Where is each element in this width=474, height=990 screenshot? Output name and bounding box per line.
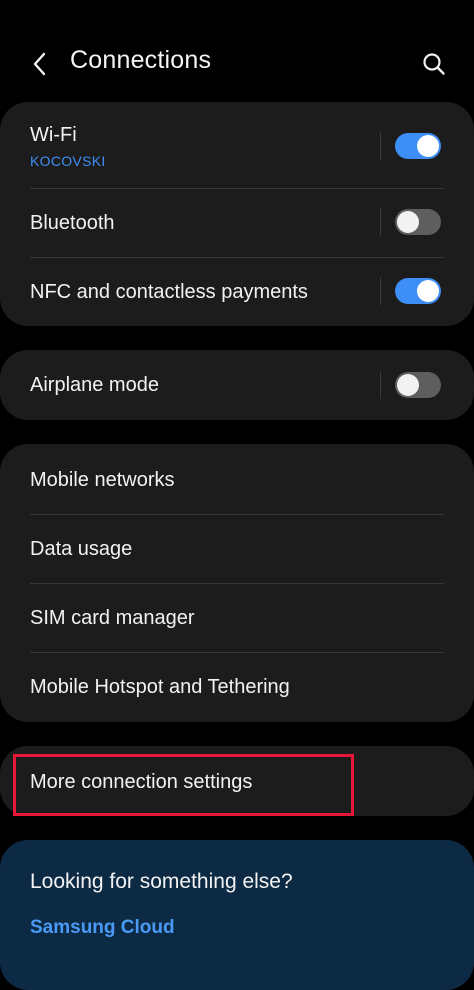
airplane-label: Airplane mode [30,374,159,396]
list-item-label: Mobile Hotspot and Tethering [30,676,290,698]
wifi-label: Wi-Fi [30,124,77,146]
wifi-toggle[interactable] [395,133,441,159]
divider [380,208,381,236]
app-header: Connections [0,0,474,100]
list-item-label: Mobile networks [30,469,175,491]
toggle-knob [417,280,439,302]
toggles-card: Wi-Fi KOCOVSKI Bluetooth NFC and contact… [0,102,474,326]
divider [380,277,381,305]
samsung-cloud-link[interactable]: Samsung Cloud [30,917,175,939]
list-item-data-usage[interactable]: Data usage [0,514,474,583]
more-connection-settings-item[interactable]: More connection settings [0,746,474,816]
wifi-network-name: KOCOVSKI [30,153,106,169]
list-item-sim-card-manager[interactable]: SIM card manager [0,583,474,652]
search-button[interactable] [416,44,452,84]
more-settings-card: More connection settings [0,746,474,816]
toggle-knob [397,211,419,233]
suggestions-title: Looking for something else? [30,870,293,893]
airplane-card: Airplane mode [0,350,474,420]
list-item-label: SIM card manager [30,607,195,629]
back-button[interactable] [22,44,58,84]
airplane-row[interactable]: Airplane mode [0,350,474,420]
page-title: Connections [70,46,212,74]
airplane-toggle[interactable] [395,372,441,398]
list-item-mobile-networks[interactable]: Mobile networks [0,444,474,514]
network-card: Mobile networks Data usage SIM card mana… [0,444,474,722]
chevron-left-icon [33,52,46,76]
list-item-label: Data usage [30,538,133,560]
nfc-toggle[interactable] [395,278,441,304]
bluetooth-row[interactable]: Bluetooth [0,188,474,257]
more-connection-settings-label: More connection settings [30,771,253,793]
search-icon [423,53,445,75]
list-item-mobile-hotspot[interactable]: Mobile Hotspot and Tethering [0,652,474,722]
toggle-knob [417,135,439,157]
suggestions-card: Looking for something else? Samsung Clou… [0,840,474,990]
wifi-row[interactable]: Wi-Fi KOCOVSKI [0,102,474,188]
divider [380,371,381,399]
bluetooth-toggle[interactable] [395,209,441,235]
bluetooth-label: Bluetooth [30,212,115,234]
divider [380,132,381,160]
nfc-label: NFC and contactless payments [30,281,308,303]
toggle-knob [397,374,419,396]
nfc-row[interactable]: NFC and contactless payments [0,257,474,326]
